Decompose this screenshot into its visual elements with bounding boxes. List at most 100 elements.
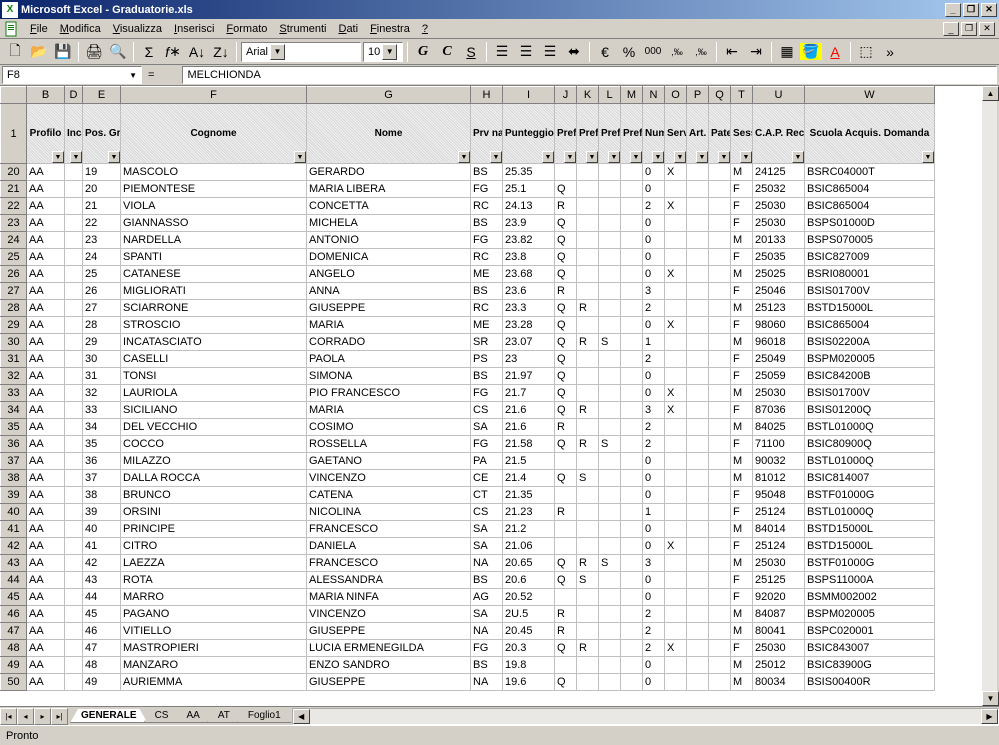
cell[interactable]: 0 (643, 266, 665, 283)
col-header-D[interactable]: D (65, 87, 83, 104)
cell[interactable]: AURIEMMA (121, 674, 307, 691)
cell[interactable] (709, 487, 731, 504)
cell[interactable]: M (731, 555, 753, 572)
cell[interactable] (687, 538, 709, 555)
wb-restore-button[interactable]: ❐ (961, 22, 977, 36)
cell[interactable]: F (731, 640, 753, 657)
cell[interactable]: 23 (83, 232, 121, 249)
cell[interactable]: PRINCIPE (121, 521, 307, 538)
row-header[interactable]: 44 (1, 572, 27, 589)
cell[interactable] (621, 623, 643, 640)
cell[interactable] (555, 487, 577, 504)
cell[interactable] (687, 436, 709, 453)
cell[interactable]: 21.06 (503, 538, 555, 555)
filter-dropdown-icon[interactable]: ▼ (542, 151, 554, 163)
cell[interactable]: F (731, 402, 753, 419)
field-header[interactable]: Patente▼ (709, 104, 731, 164)
cell[interactable]: F (731, 572, 753, 589)
cell[interactable] (621, 453, 643, 470)
chevron-down-icon[interactable]: ▼ (382, 44, 397, 60)
cell[interactable]: R (577, 334, 599, 351)
cell[interactable]: X (665, 198, 687, 215)
font-name-combo[interactable]: Arial ▼ (241, 42, 361, 62)
cell[interactable]: 25123 (753, 300, 805, 317)
cell[interactable]: 25030 (753, 385, 805, 402)
cell[interactable]: SA (471, 419, 503, 436)
cell[interactable] (577, 521, 599, 538)
cell[interactable]: MASTROPIERI (121, 640, 307, 657)
cell[interactable]: MILAZZO (121, 453, 307, 470)
cell[interactable]: F (731, 181, 753, 198)
cell[interactable] (65, 572, 83, 589)
print-icon[interactable]: 🖨 (83, 41, 105, 63)
cell[interactable] (665, 334, 687, 351)
cell[interactable]: NA (471, 674, 503, 691)
cell[interactable]: 25.35 (503, 164, 555, 181)
cell[interactable]: M (731, 266, 753, 283)
filter-dropdown-icon[interactable]: ▼ (108, 151, 120, 163)
cell[interactable]: 80034 (753, 674, 805, 691)
cell[interactable] (65, 419, 83, 436)
cell[interactable]: 20.6 (503, 572, 555, 589)
filter-dropdown-icon[interactable]: ▼ (490, 151, 502, 163)
cell[interactable] (599, 487, 621, 504)
select-all-corner[interactable] (1, 87, 27, 104)
cell[interactable]: CS (471, 402, 503, 419)
cell[interactable]: 43 (83, 572, 121, 589)
cell[interactable]: 19 (83, 164, 121, 181)
cell[interactable]: BSPM020005 (805, 606, 935, 623)
cell[interactable] (665, 215, 687, 232)
cell[interactable]: SPANTI (121, 249, 307, 266)
filter-dropdown-icon[interactable]: ▼ (922, 151, 934, 163)
cell[interactable]: 39 (83, 504, 121, 521)
cell[interactable]: AA (27, 674, 65, 691)
cell[interactable]: ME (471, 266, 503, 283)
cell[interactable] (687, 470, 709, 487)
cell[interactable] (687, 504, 709, 521)
cell[interactable] (555, 657, 577, 674)
field-header[interactable]: Prv nascita▼ (471, 104, 503, 164)
cell[interactable]: M (731, 300, 753, 317)
cell[interactable]: Q (555, 436, 577, 453)
cell[interactable] (599, 181, 621, 198)
cell[interactable] (621, 657, 643, 674)
cell[interactable]: RC (471, 300, 503, 317)
cell[interactable]: ROTA (121, 572, 307, 589)
cell[interactable] (709, 334, 731, 351)
cell[interactable] (555, 164, 577, 181)
wb-minimize-button[interactable]: _ (943, 22, 959, 36)
cell[interactable] (599, 368, 621, 385)
cell[interactable]: M (731, 606, 753, 623)
cell[interactable]: Q (555, 232, 577, 249)
cell[interactable] (687, 623, 709, 640)
cell[interactable]: 26 (83, 283, 121, 300)
cell[interactable]: AA (27, 215, 65, 232)
col-header-I[interactable]: I (503, 87, 555, 104)
col-header-O[interactable]: O (665, 87, 687, 104)
cell[interactable] (687, 606, 709, 623)
cell[interactable] (709, 266, 731, 283)
cell[interactable]: 38 (83, 487, 121, 504)
cell[interactable]: 2 (643, 198, 665, 215)
cell[interactable]: 98060 (753, 317, 805, 334)
cell[interactable] (621, 674, 643, 691)
filter-dropdown-icon[interactable]: ▼ (586, 151, 598, 163)
cell[interactable]: PAGANO (121, 606, 307, 623)
cell[interactable]: Q (555, 368, 577, 385)
filter-dropdown-icon[interactable]: ▼ (52, 151, 64, 163)
filter-dropdown-icon[interactable]: ▼ (696, 151, 708, 163)
align-left-icon[interactable]: ☰ (491, 41, 513, 63)
merge-icon[interactable]: ⬌ (563, 41, 585, 63)
field-header[interactable]: C.A.P. Rec.▼ (753, 104, 805, 164)
cell[interactable] (665, 181, 687, 198)
cell[interactable]: 23.6 (503, 283, 555, 300)
prev-tab-icon[interactable]: ◂ (17, 708, 34, 725)
filter-dropdown-icon[interactable]: ▼ (564, 151, 576, 163)
cell[interactable]: CT (471, 487, 503, 504)
cell[interactable]: F (731, 317, 753, 334)
cell[interactable]: F (731, 283, 753, 300)
cell[interactable]: R (577, 640, 599, 657)
row-header[interactable]: 36 (1, 436, 27, 453)
cell[interactable]: RC (471, 249, 503, 266)
cell[interactable]: PIO FRANCESCO (307, 385, 471, 402)
